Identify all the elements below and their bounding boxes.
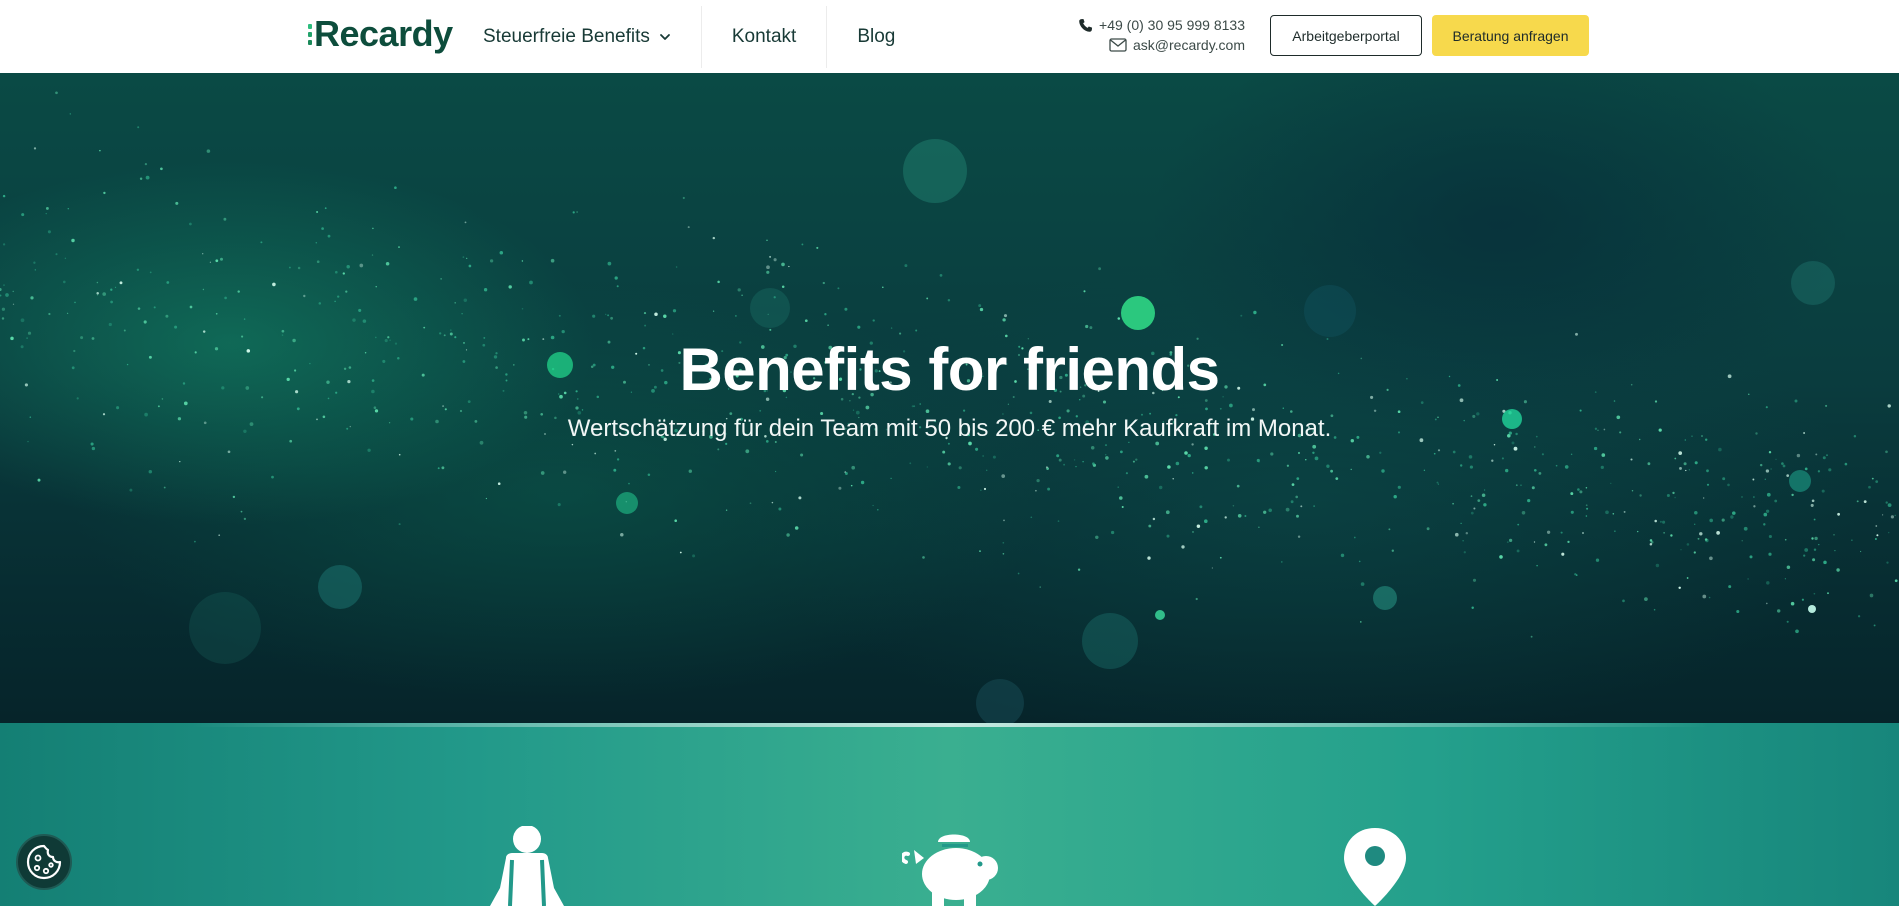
logo-mark-icon — [308, 19, 312, 49]
nav-item-steuerfreie-benefits[interactable]: Steuerfreie Benefits — [460, 6, 701, 68]
phone-link[interactable]: +49 (0) 30 95 999 8133 — [1078, 15, 1245, 35]
contact-info: +49 (0) 30 95 999 8133 ask@recardy.com — [1078, 15, 1245, 55]
recardy-logo[interactable]: Recardy — [308, 12, 453, 56]
consultation-request-button[interactable]: Beratung anfragen — [1432, 15, 1589, 56]
phone-icon — [1079, 18, 1093, 32]
hero-title: Benefits for friends — [679, 336, 1220, 403]
nav-item-kontakt[interactable]: Kontakt — [702, 6, 826, 68]
map-pin-icon — [1344, 828, 1406, 906]
chevron-down-icon — [659, 33, 670, 40]
employer-portal-button[interactable]: Arbeitgeberportal — [1270, 15, 1422, 56]
nav-item-label: Steuerfreie Benefits — [483, 25, 650, 47]
site-header: Recardy Steuerfreie Benefits Kontakt Blo… — [0, 0, 1899, 73]
section-divider — [0, 723, 1899, 727]
hero-section: Benefits for friends Wertschätzung für d… — [0, 73, 1899, 723]
benefits-features-section — [0, 723, 1899, 906]
piggy-bank-icon — [902, 834, 998, 906]
phone-number: +49 (0) 30 95 999 8133 — [1099, 17, 1245, 33]
cookie-settings-button[interactable] — [16, 834, 72, 890]
email-address: ask@recardy.com — [1133, 37, 1245, 53]
main-nav: Steuerfreie Benefits Kontakt Blog — [460, 0, 925, 73]
nav-item-label: Blog — [857, 25, 896, 47]
mail-icon — [1109, 38, 1127, 52]
nav-item-blog[interactable]: Blog — [827, 6, 925, 68]
hero-subtitle: Wertschätzung für dein Team mit 50 bis 2… — [567, 415, 1332, 442]
email-link[interactable]: ask@recardy.com — [1078, 35, 1245, 55]
nav-item-label: Kontakt — [731, 25, 797, 47]
cookie-icon — [26, 844, 62, 880]
person-icon — [490, 826, 564, 906]
logo-text: Recardy — [314, 13, 453, 54]
